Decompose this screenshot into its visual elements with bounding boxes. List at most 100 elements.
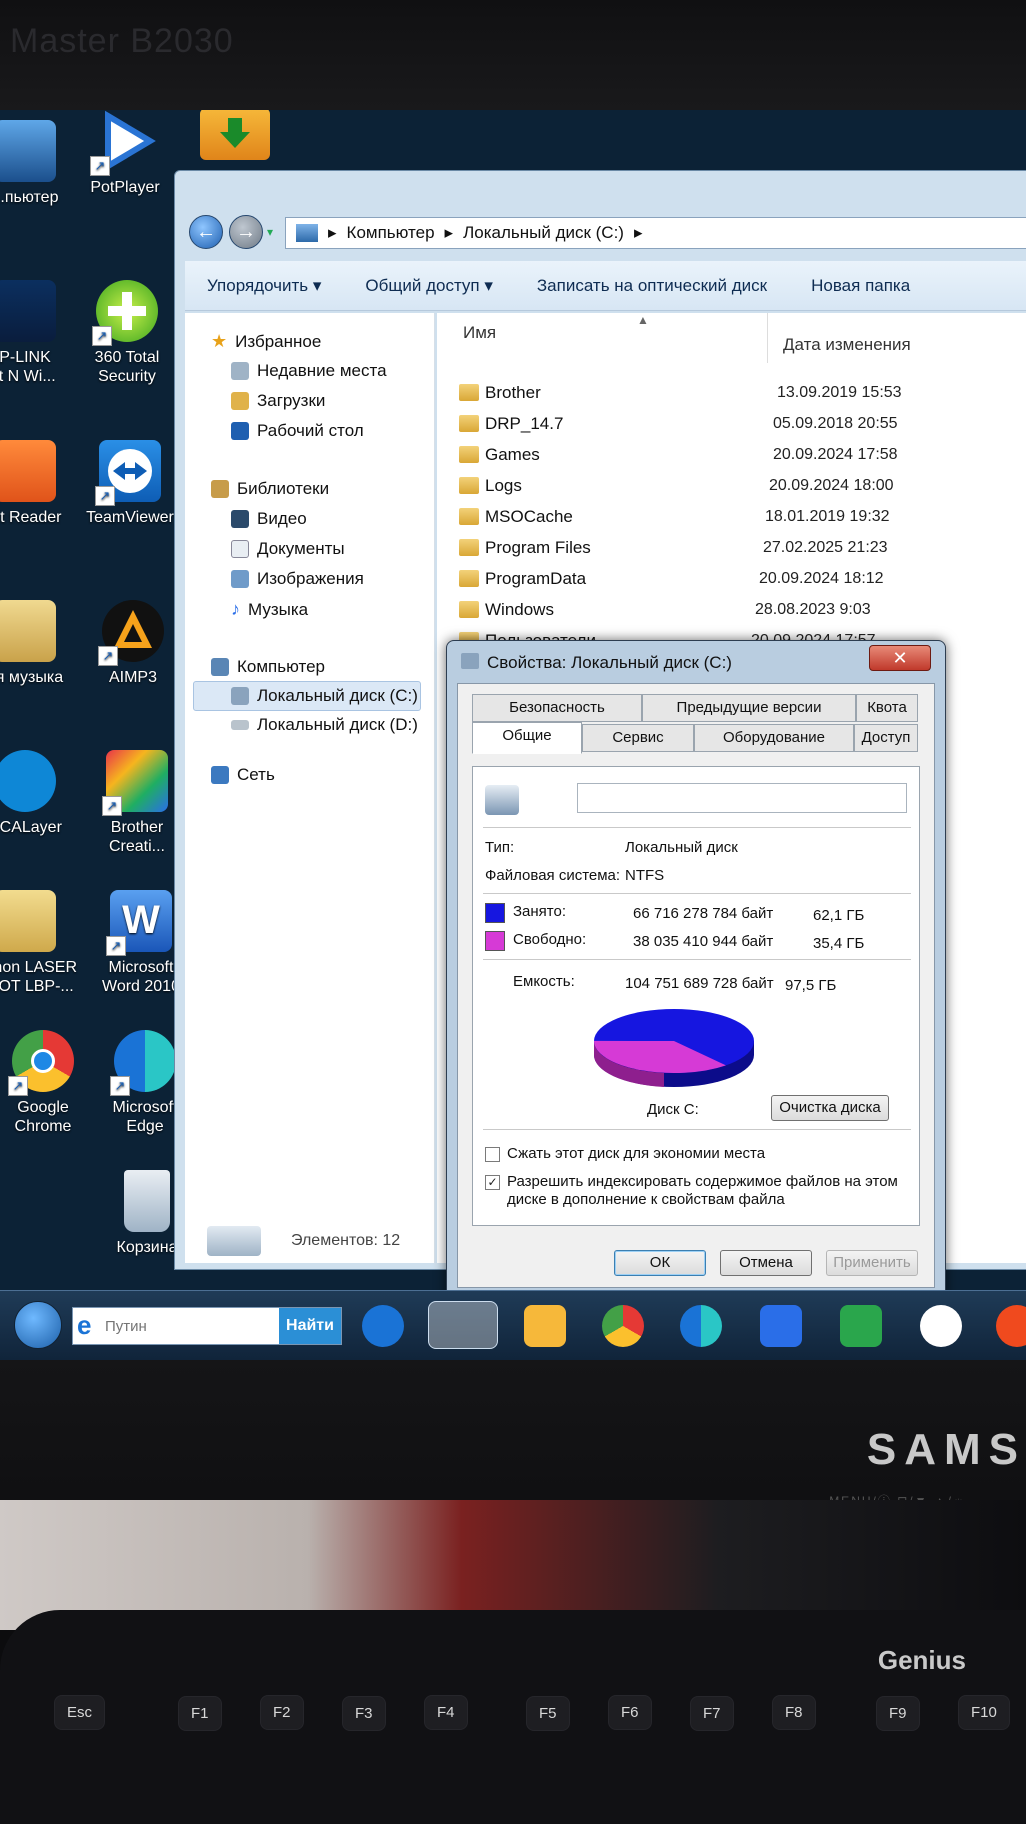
- general-tab-page: Тип: Локальный диск Файловая система: NT…: [472, 766, 920, 1226]
- dialog-title: Свойства: Локальный диск (C:): [487, 653, 732, 672]
- burn-button[interactable]: Записать на оптический диск: [537, 276, 767, 296]
- item-count: Элементов: 12: [291, 1232, 401, 1249]
- desktop-icon-label: Canon LASER SHOT LBP-...: [0, 959, 78, 995]
- ie-taskbar-icon[interactable]: [362, 1305, 404, 1347]
- yandex-browser-taskbar-icon[interactable]: [920, 1305, 962, 1347]
- nav-label: Загрузки: [257, 391, 326, 410]
- volume-label-input[interactable]: [577, 783, 907, 813]
- edge-taskbar-icon[interactable]: [680, 1305, 722, 1347]
- close-button[interactable]: ✕: [869, 645, 931, 671]
- desktop-icon-360-security[interactable]: ↗ 360 Total Security: [72, 280, 182, 386]
- history-dropdown-icon[interactable]: ▾: [267, 225, 273, 239]
- used-gb: 62,1 ГБ: [813, 907, 865, 924]
- keyboard-brand: Genius: [877, 1645, 966, 1675]
- index-label: Разрешить индексировать содержимое файло…: [507, 1173, 898, 1208]
- folder-icon: [459, 477, 479, 494]
- new-folder-button[interactable]: Новая папка: [811, 276, 910, 296]
- tab-hardware[interactable]: Оборудование: [694, 724, 854, 752]
- folder-download-icon[interactable]: [200, 110, 270, 160]
- desktop-icon-aimp3[interactable]: ↗ AIMP3: [78, 600, 188, 687]
- tab-general[interactable]: Общие: [472, 722, 582, 754]
- keyboard-key: F10: [958, 1695, 1010, 1730]
- network-icon: [211, 766, 229, 784]
- nav-libraries[interactable]: Библиотеки: [211, 479, 329, 499]
- nav-disk-c[interactable]: Локальный диск (C:): [231, 686, 418, 706]
- start-button[interactable]: [14, 1301, 62, 1349]
- index-checkbox[interactable]: ✓: [485, 1175, 500, 1190]
- cancel-button[interactable]: Отмена: [720, 1250, 812, 1276]
- column-header-date[interactable]: Дата изменения: [783, 335, 911, 355]
- breadcrumb[interactable]: ▸ Компьютер ▸ Локальный диск (C:) ▸: [285, 217, 1026, 249]
- yandex-taskbar-icon[interactable]: [996, 1305, 1026, 1347]
- file-row[interactable]: Program Files27.02.2025 21:23Пап: [437, 536, 1026, 562]
- nav-label: Локальный диск (D:): [257, 715, 418, 734]
- forward-button[interactable]: →: [229, 215, 263, 249]
- nav-favorites[interactable]: ★ Избранное: [211, 331, 321, 352]
- desktop-icon-tplink[interactable]: P-LINK ft N Wi...: [0, 280, 80, 386]
- back-button[interactable]: ←: [189, 215, 223, 249]
- breadcrumb-separator-icon: ▸: [633, 223, 643, 242]
- column-header-name[interactable]: Имя: [463, 323, 496, 343]
- disk-usage-pie: [593, 1009, 754, 1087]
- nav-images[interactable]: Изображения: [231, 569, 364, 589]
- nav-recent[interactable]: Недавние места: [231, 361, 387, 381]
- tab-security[interactable]: Безопасность: [472, 694, 642, 722]
- tab-sharing[interactable]: Доступ: [854, 724, 918, 752]
- media-player-taskbar-icon[interactable]: [524, 1305, 566, 1347]
- file-row[interactable]: Brother13.09.2019 15:53П: [437, 381, 1026, 407]
- tab-quota[interactable]: Квота: [856, 694, 918, 722]
- free-space-swatch: [485, 931, 505, 951]
- explorer-taskbar-icon[interactable]: [428, 1301, 498, 1349]
- desktop-icon-computer[interactable]: ...пьютер: [0, 120, 80, 207]
- excel-taskbar-icon[interactable]: [840, 1305, 882, 1347]
- file-row[interactable]: DRP_14.705.09.2018 20:55Па: [437, 412, 1026, 438]
- search-input[interactable]: [105, 1314, 265, 1338]
- drive-icon: [207, 1226, 261, 1256]
- desktop-icon-canon[interactable]: Canon LASER SHOT LBP-...: [0, 890, 80, 996]
- command-bar: Упорядочить ▾ Общий доступ ▾ Записать на…: [185, 261, 1026, 311]
- desktop-icon-chrome[interactable]: ↗ Google Chrome: [0, 1030, 98, 1136]
- aimp-icon: ↗: [98, 600, 164, 666]
- search-button[interactable]: Найти: [279, 1308, 341, 1344]
- nav-disk-d[interactable]: Локальный диск (D:): [231, 715, 418, 735]
- desktop-icon-potplayer[interactable]: ↗ PotPlayer: [70, 110, 180, 197]
- desktop-icon-ncalayer[interactable]: NCALayer: [0, 750, 80, 837]
- desktop-icon-teamviewer[interactable]: ↗ TeamViewer: [75, 440, 185, 527]
- file-row[interactable]: ProgramData20.09.2024 18:12Пап: [437, 567, 1026, 593]
- nav-computer[interactable]: Компьютер: [211, 657, 325, 677]
- keyboard: [0, 1610, 1026, 1824]
- nav-music[interactable]: ♪ Музыка: [231, 599, 308, 620]
- file-row[interactable]: MSOCache18.01.2019 19:32Па: [437, 505, 1026, 531]
- tplink-icon: [0, 280, 56, 342]
- nav-video[interactable]: Видео: [231, 509, 307, 529]
- taskbar-search[interactable]: e Найти: [72, 1307, 342, 1345]
- apply-button[interactable]: Применить: [826, 1250, 918, 1276]
- nav-documents[interactable]: Документы: [231, 539, 345, 559]
- desktop-icon-my-music[interactable]: оя музыка: [0, 600, 80, 687]
- nav-desktop[interactable]: Рабочий стол: [231, 421, 364, 441]
- nav-network[interactable]: Сеть: [211, 765, 275, 785]
- compress-checkbox[interactable]: [485, 1147, 500, 1162]
- desktop-icon: [231, 422, 249, 440]
- chrome-taskbar-icon[interactable]: [602, 1305, 644, 1347]
- file-date: 13.09.2019 15:53: [777, 384, 902, 401]
- breadcrumb-item[interactable]: Компьютер: [347, 223, 435, 243]
- star-icon: ★: [211, 331, 228, 351]
- tab-previous-versions[interactable]: Предыдущие версии: [642, 694, 856, 722]
- separator: [483, 959, 911, 960]
- breadcrumb-separator-icon: ▸: [328, 223, 337, 242]
- file-row[interactable]: Games20.09.2024 17:58Па: [437, 443, 1026, 469]
- disk-cleanup-button[interactable]: Очистка диска: [771, 1095, 889, 1121]
- recent-places-icon: [231, 362, 249, 380]
- nav-label: Компьютер: [237, 657, 325, 676]
- nav-downloads[interactable]: Загрузки: [231, 391, 325, 411]
- organize-button[interactable]: Упорядочить ▾: [207, 276, 321, 296]
- file-row[interactable]: Logs20.09.2024 18:00Па: [437, 474, 1026, 500]
- breadcrumb-item[interactable]: Локальный диск (C:): [463, 223, 624, 243]
- file-row[interactable]: Windows28.08.2023 9:03Пап: [437, 598, 1026, 624]
- share-button[interactable]: Общий доступ ▾: [365, 276, 492, 296]
- desktop-icon-foxit[interactable]: xit Reader: [0, 440, 80, 527]
- ok-button[interactable]: ОК: [614, 1250, 706, 1276]
- word-taskbar-icon[interactable]: [760, 1305, 802, 1347]
- tab-service[interactable]: Сервис: [582, 724, 694, 752]
